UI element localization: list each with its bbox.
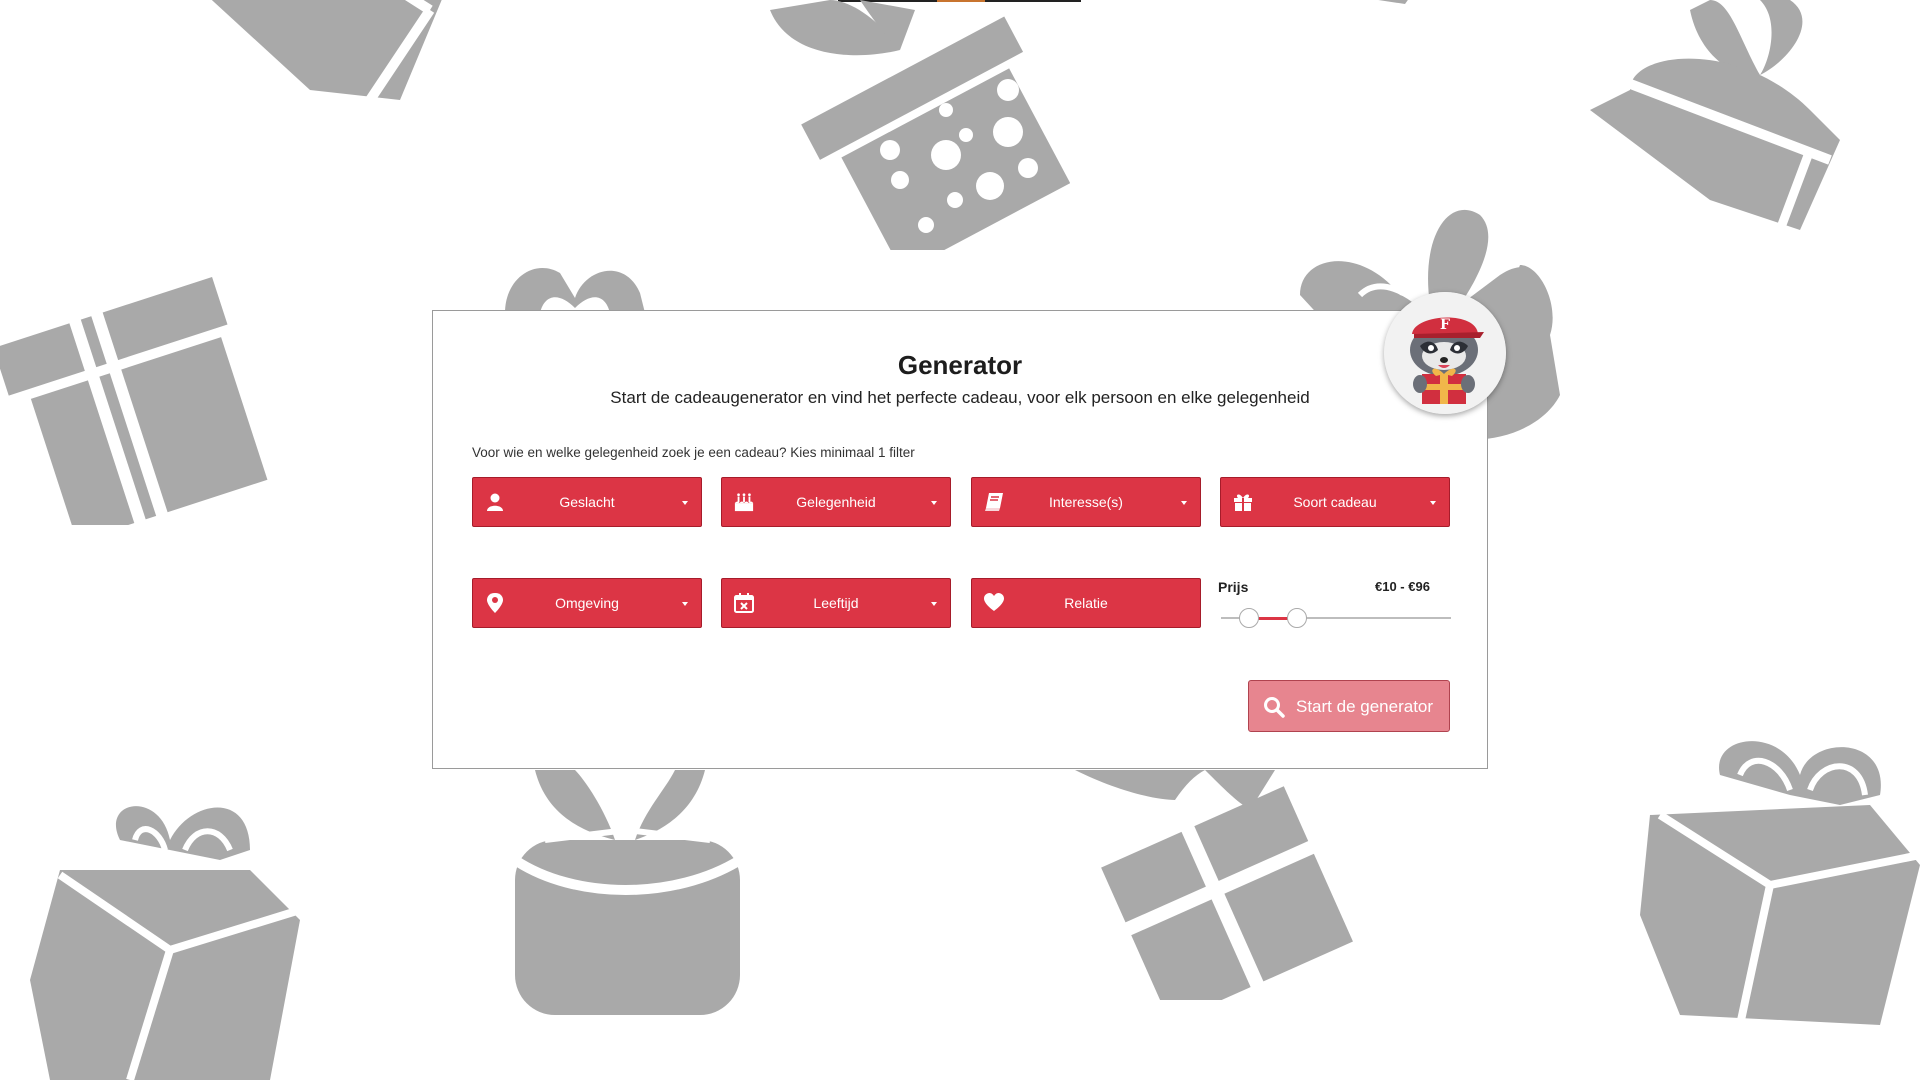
start-generator-label: Start de generator (1296, 697, 1434, 716)
background-gift-icon (505, 258, 645, 313)
caret-down-icon (682, 501, 688, 505)
filter-label: Interesse(s) (1049, 494, 1123, 510)
background-gift-icon (20, 800, 310, 1080)
filter-dropdown-interesses[interactable]: Interesse(s) (971, 477, 1201, 527)
background-gift-icon (1590, 0, 1850, 230)
background-gift-icon (1345, 0, 1415, 10)
filter-hint: Voor wie en welke gelegenheid zoek je ee… (472, 445, 915, 460)
background-gift-icon (1075, 770, 1355, 1000)
price-range-value: €10 - €96 (1375, 579, 1430, 594)
price-slider-max-handle[interactable] (1286, 608, 1307, 628)
search-icon (1263, 696, 1285, 718)
filter-dropdown-leeftijd[interactable]: Leeftijd (721, 578, 951, 628)
filter-label: Geslacht (559, 494, 615, 510)
raccoon-mascot-icon: F (1384, 292, 1506, 414)
background-gift-icon (1640, 735, 1920, 1035)
caret-down-icon (1430, 501, 1436, 505)
price-slider-min-handle[interactable] (1238, 608, 1259, 628)
price-label: Prijs (1218, 579, 1249, 595)
caret-down-icon (1181, 501, 1187, 505)
page-title: Generator (897, 350, 1023, 380)
filter-dropdown-gelegenheid[interactable]: Gelegenheid (721, 477, 951, 527)
page-subtitle: Start de cadeaugenerator en vind het per… (610, 388, 1310, 407)
filter-label: Relatie (1064, 595, 1108, 611)
filter-dropdown-geslacht[interactable]: Geslacht (472, 477, 702, 527)
filter-dropdown-omgeving[interactable]: Omgeving (472, 578, 702, 628)
filter-label: Soort cadeau (1293, 494, 1377, 510)
caret-down-icon (682, 602, 688, 606)
filter-dropdown-soort-cadeau[interactable]: Soort cadeau (1220, 477, 1450, 527)
background-gift-icon (770, 0, 1070, 250)
caret-down-icon (931, 602, 937, 606)
background-gift-icon (0, 275, 280, 525)
filter-dropdown-relatie[interactable]: Relatie (971, 578, 1201, 628)
background-gift-icon (190, 0, 460, 105)
filter-label: Gelegenheid (796, 494, 876, 510)
background-gift-icon (515, 770, 740, 1015)
filter-label: Leeftijd (813, 595, 859, 611)
svg-text:F: F (1440, 317, 1450, 333)
start-generator-button[interactable]: Start de generator (1248, 680, 1450, 732)
filter-label: Omgeving (555, 595, 619, 611)
caret-down-icon (931, 501, 937, 505)
generator-panel: Generator Start de cadeaugenerator en vi… (432, 310, 1488, 769)
